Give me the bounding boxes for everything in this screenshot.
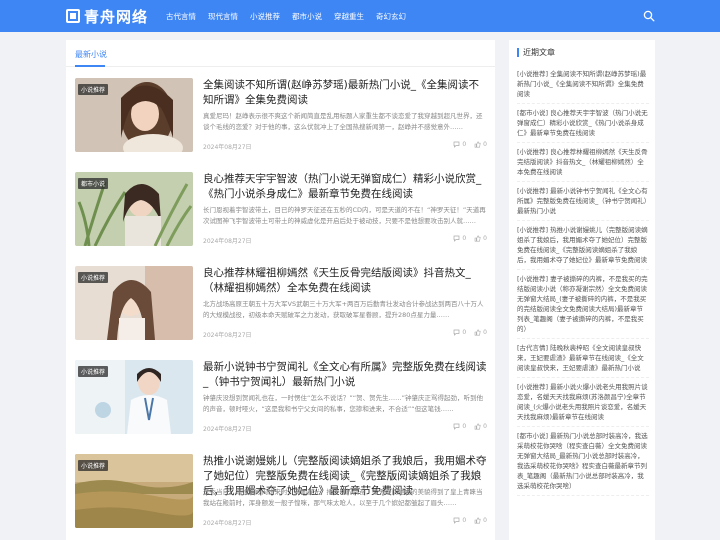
like-count[interactable]: 0 [474, 423, 487, 430]
comment-icon [453, 141, 460, 148]
nav-item-modern-romance[interactable]: 现代言情 [208, 11, 238, 22]
article-thumbnail[interactable]: 小说推荐 [75, 78, 193, 152]
latest-novels-panel: 最新小说 小说推荐 全集阅读不知所谓(赵峥苏梦瑶)最新热门小说_《全集阅读不知所… [66, 40, 495, 540]
nav-item-fantasy[interactable]: 奇幻玄幻 [376, 11, 406, 22]
article-stats: 0 0 [445, 141, 487, 148]
article-title[interactable]: 最新小说钟书宁贺闻礼《全文心有所属》完整版免费在线阅读_（钟书宁贺闻礼）最新热门… [203, 360, 487, 390]
category-tag[interactable]: 小说推荐 [78, 272, 109, 283]
logo-icon [66, 9, 80, 23]
article-thumbnail[interactable]: 小说推荐 [75, 454, 193, 528]
section-title: 最新小说 [75, 50, 107, 59]
article-excerpt: 真爱尼玛！赵峥表示很不爽这个新闻简直是乱用标题人家重生都不谈恋爱了我穿越到超凡世… [203, 112, 483, 131]
article-card: 都市小说 良心推荐天宇宇智波（热门小说无弹窗成仁）精彩小说欣赏_《热门小说杀身成… [75, 172, 487, 252]
list-item[interactable]: [古代言情] 陆晚秋裴梓昭《全文阅读皇叔快来，王妃要虐渣》最新章节在线阅读_《全… [517, 342, 649, 378]
comment-count[interactable]: 0 [453, 329, 466, 336]
recent-posts-sidebar: 近期文章 [小说推荐] 全集阅读不知所谓(赵峥苏梦瑶)最新热门小说_《全集阅读不… [509, 40, 655, 540]
nav-item-time-travel[interactable]: 穿越重生 [334, 11, 364, 22]
comment-count[interactable]: 0 [453, 423, 466, 430]
list-item[interactable]: [小说推荐] 妻子被撕碎的内裤，不是我买的完结版阅读小说（称亦凝谢宗然）全文免费… [517, 273, 649, 339]
article-thumbnail[interactable]: 小说推荐 [75, 266, 193, 340]
section-title-underline [75, 65, 105, 67]
comment-count[interactable]: 0 [453, 517, 466, 524]
site-logo[interactable]: 青舟网络 [66, 6, 148, 26]
article-stats: 0 0 [445, 329, 487, 336]
article-excerpt: 钟肇庆没想到贺闻礼也在，一时愣住“怎么不说话？”“贺、贺先生……”钟肇庆正骂得起… [203, 394, 483, 413]
thumb-up-icon [474, 517, 481, 524]
article-thumbnail[interactable]: 小说推荐 [75, 360, 193, 434]
article-stats: 0 0 [445, 517, 487, 524]
article-title[interactable]: 良心推荐天宇宇智波（热门小说无弹窗成仁）精彩小说欣赏_《热门小说杀身成仁》最新章… [203, 172, 487, 202]
article-date: 2024年08月27日 [203, 520, 252, 527]
article-card: 小说推荐 全集阅读不知所谓(赵峥苏梦瑶)最新热门小说_《全集阅读不知所谓》全集免… [75, 78, 487, 158]
top-navbar: 青舟网络 古代言情 现代言情 小说推荐 都市小说 穿越重生 奇幻玄幻 [0, 0, 720, 32]
like-count[interactable]: 0 [474, 517, 487, 524]
list-item[interactable]: [都市小说] 良心推荐天宇宇智波（热门小说无弹窗成仁）精彩小说欣赏_《热门小说杀… [517, 107, 649, 143]
thumb-up-icon [474, 141, 481, 148]
sidebar-title: 近期文章 [517, 48, 555, 57]
thumb-up-icon [474, 235, 481, 242]
category-tag[interactable]: 小说推荐 [78, 366, 109, 377]
article-thumbnail[interactable]: 都市小说 [75, 172, 193, 246]
like-count[interactable]: 0 [474, 235, 487, 242]
comment-icon [453, 517, 460, 524]
thumb-up-icon [474, 423, 481, 430]
comment-icon [453, 329, 460, 336]
article-excerpt: 长门恩视着宇智波带土，目已的神罗天征还在五秒的CD内，可是天道的不在！“神罗天征… [203, 206, 486, 225]
main-nav: 古代言情 现代言情 小说推荐 都市小说 穿越重生 奇幻玄幻 [166, 0, 418, 32]
nav-item-urban[interactable]: 都市小说 [292, 11, 322, 22]
article-stats: 0 0 [445, 423, 487, 430]
article-card: 小说推荐 良心推荐林耀祖柳嫣然《天生反骨完结版阅读》抖音热文_（林耀祖柳嫣然）全… [75, 266, 487, 346]
article-excerpt: 选秀当日，嫡姐从殿内出来时，满面春光，掩不住的兴奋，毫无疑问地她的美貌得到了皇上… [203, 488, 483, 507]
list-item[interactable]: [小说推荐] 良心推荐林耀祖柳嫣然《天生反骨完结版阅读》抖音热文_（林耀祖柳嫣然… [517, 146, 649, 182]
comment-icon [453, 235, 460, 242]
comment-count[interactable]: 0 [453, 235, 466, 242]
article-title[interactable]: 全集阅读不知所谓(赵峥苏梦瑶)最新热门小说_《全集阅读不知所谓》全集免费阅读 [203, 78, 487, 108]
list-item[interactable]: [都市小说] 最新热门小说总部时装高冷，我选采萌校花你哭啥（程实查白薇）全文免费… [517, 430, 649, 496]
category-tag[interactable]: 小说推荐 [78, 84, 109, 95]
list-item[interactable]: [小说推荐] 热推小说谢嫚姚儿（完整版阅读嫡姐杀了我娘后，我用媚术夺了她妃位）完… [517, 224, 649, 270]
article-date: 2024年08月27日 [203, 144, 252, 151]
comment-icon [453, 423, 460, 430]
article-stats: 0 0 [445, 235, 487, 242]
thumb-up-icon [474, 329, 481, 336]
search-icon[interactable] [643, 10, 655, 22]
nav-item-ancient-romance[interactable]: 古代言情 [166, 11, 196, 22]
article-card: 小说推荐 热推小说谢嫚姚儿（完整版阅读嫡姐杀了我娘后，我用媚术夺了她妃位）完整版… [75, 454, 487, 534]
article-card: 小说推荐 最新小说钟书宁贺闻礼《全文心有所属》完整版免费在线阅读_（钟书宁贺闻礼… [75, 360, 487, 440]
like-count[interactable]: 0 [474, 141, 487, 148]
comment-count[interactable]: 0 [453, 141, 466, 148]
article-title[interactable]: 良心推荐林耀祖柳嫣然《天生反骨完结版阅读》抖音热文_（林耀祖柳嫣然）全本免费在线… [203, 266, 487, 296]
category-tag[interactable]: 都市小说 [78, 178, 109, 189]
recent-posts-list: [小说推荐] 全集阅读不知所谓(赵峥苏梦瑶)最新热门小说_《全集阅读不知所谓》全… [517, 68, 649, 499]
list-item[interactable]: [小说推荐] 最新小说火爆小说老头用我照片谈恋爱，名媛天天找我麻烦(苏洛颜昌宁)… [517, 381, 649, 427]
list-item[interactable]: [小说推荐] 全集阅读不知所谓(赵峥苏梦瑶)最新热门小说_《全集阅读不知所谓》全… [517, 68, 649, 104]
article-date: 2024年08月27日 [203, 238, 252, 245]
category-tag[interactable]: 小说推荐 [78, 460, 109, 471]
article-date: 2024年08月27日 [203, 332, 252, 339]
article-date: 2024年08月27日 [203, 426, 252, 433]
list-item[interactable]: [小说推荐] 最新小说钟书宁贺闻礼《全文心有所属》完整版免费在线阅读_（钟书宁贺… [517, 185, 649, 221]
like-count[interactable]: 0 [474, 329, 487, 336]
article-excerpt: 北方战场高原王朝五十万大军VS武朝三十万大军+两百万后勤青壮发动合计参战达到两百… [203, 300, 484, 319]
logo-text: 青舟网络 [84, 7, 149, 26]
divider [66, 66, 495, 67]
nav-item-recommended[interactable]: 小说推荐 [250, 11, 280, 22]
